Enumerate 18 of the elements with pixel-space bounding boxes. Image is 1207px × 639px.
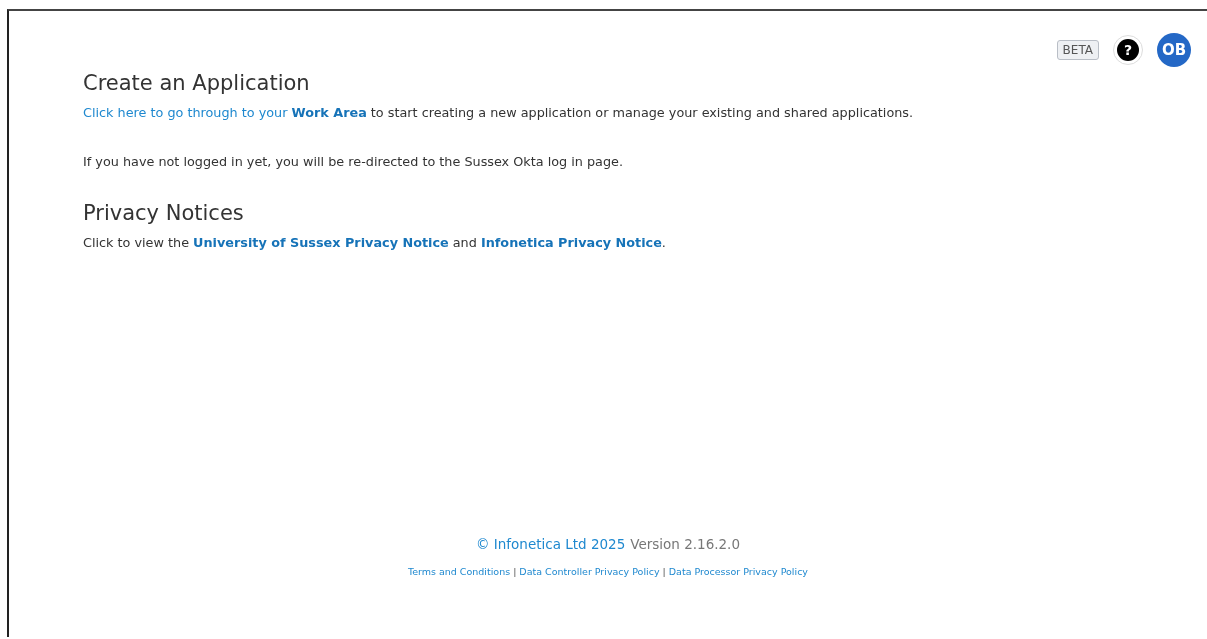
link[interactable]: Infonetica Privacy Notice xyxy=(480,235,662,250)
footer-link[interactable]: Data Controller Privacy Policy xyxy=(519,566,660,577)
avatar-button[interactable]: OB xyxy=(1157,33,1191,67)
link[interactable]: Click here to go through to your Work Area xyxy=(83,105,367,120)
paragraph: If you have not logged in yet, you will be re-directed to the Sussex Okta log in page. xyxy=(83,154,624,169)
version-text: Version 2.16.2.0 xyxy=(630,536,740,552)
separator: | xyxy=(513,566,517,577)
footer-link[interactable]: Terms and Conditions xyxy=(408,566,511,577)
section-heading: Privacy Notices xyxy=(83,201,245,225)
copyright-text: © Infonetica Ltd 2025 xyxy=(476,536,626,552)
section-heading: Create an Application xyxy=(83,71,311,95)
link[interactable]: University of Sussex Privacy Notice xyxy=(193,235,449,250)
beta-badge: BETA xyxy=(1056,40,1099,60)
help-button[interactable]: ? xyxy=(1113,35,1143,65)
separator: | xyxy=(662,566,666,577)
paragraph: Click here to go through to your Work Area to start creating a new application or manage your existing and shared applications. xyxy=(83,105,915,120)
footer-link[interactable]: Data Processor Privacy Policy xyxy=(668,566,808,577)
paragraph: Click to view the University of Sussex Privacy Notice and Infonetica Privacy Notice. xyxy=(83,235,667,250)
